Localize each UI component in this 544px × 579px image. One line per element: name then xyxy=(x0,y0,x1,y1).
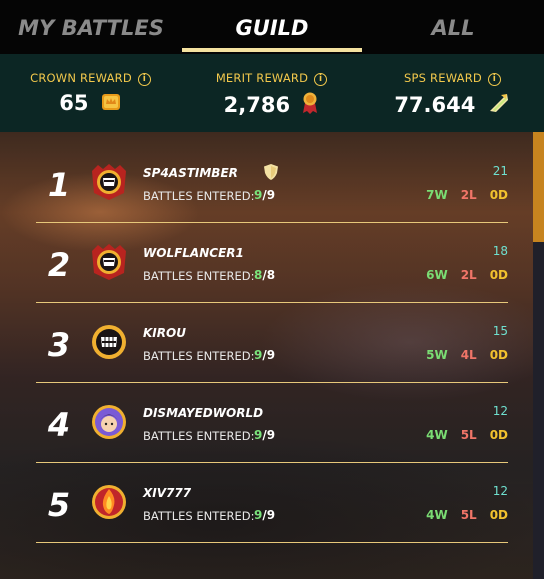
player-score: 15 xyxy=(492,324,508,338)
shield-icon xyxy=(264,164,278,180)
sps-token-icon xyxy=(489,94,508,112)
rank-number: 3 xyxy=(47,326,71,364)
crown-token-icon xyxy=(101,94,120,110)
leaderboard-row[interactable]: 5 XIV777 BATTLES ENTERED: 9/9 12 4W 5L 0D xyxy=(36,462,508,543)
sps-reward-value: 77.644 xyxy=(394,93,476,117)
battles-entered-label: BATTLES ENTERED: xyxy=(143,269,255,283)
rank-number: 4 xyxy=(47,406,71,444)
player-score: 21 xyxy=(492,164,508,178)
battles-entered-value: 9/9 xyxy=(254,428,276,442)
player-score: 12 xyxy=(492,404,508,418)
battles-entered-label: BATTLES ENTERED: xyxy=(143,509,255,523)
guild-crest-avatar xyxy=(92,164,126,200)
guild-crest-avatar xyxy=(92,244,126,280)
player-name[interactable]: KIROU xyxy=(143,326,186,340)
info-icon[interactable]: i xyxy=(487,73,501,86)
win-loss-draw: 7W 2L 0D xyxy=(426,188,508,202)
player-name[interactable]: XIV777 xyxy=(143,486,191,500)
tab-all[interactable]: ALL xyxy=(362,12,544,44)
win-loss-draw: 4W 5L 0D xyxy=(426,508,508,522)
guild-leaderboard[interactable]: 1 SP4ASTIMBER BATTLES ENTERED: 9/9 21 7W… xyxy=(0,132,544,579)
rank-number: 1 xyxy=(47,166,71,204)
rank-number: 2 xyxy=(47,246,71,284)
battle-tabs: MY BATTLES GUILD ALL xyxy=(0,0,544,54)
player-name[interactable]: SP4ASTIMBER xyxy=(143,166,238,180)
win-loss-draw: 4W 5L 0D xyxy=(426,428,508,442)
sps-reward-label: SPS REWARD xyxy=(404,71,482,85)
battles-entered-value: 9/9 xyxy=(254,188,276,202)
crown-reward-value: 65 xyxy=(59,91,89,115)
leaderboard-row[interactable]: 2 WOLFLANCER1 BATTLES ENTERED: 8/8 18 6W… xyxy=(36,222,508,303)
battles-entered-label: BATTLES ENTERED: xyxy=(143,349,255,363)
player-name[interactable]: DISMAYEDWORLD xyxy=(143,406,263,420)
leaderboard-row[interactable]: 1 SP4ASTIMBER BATTLES ENTERED: 9/9 21 7W… xyxy=(36,142,508,223)
battles-entered-label: BATTLES ENTERED: xyxy=(143,189,255,203)
battles-entered-value: 9/9 xyxy=(254,348,276,362)
player-score: 18 xyxy=(492,244,508,258)
rewards-bar: CROWN REWARD i 65 MERIT REWARD i 2,786 SPS… xyxy=(0,54,544,132)
battles-entered-value: 8/8 xyxy=(254,268,276,282)
player-score: 12 xyxy=(492,484,508,498)
info-icon[interactable]: i xyxy=(314,73,328,86)
fire-avatar xyxy=(92,485,126,519)
tab-my-battles[interactable]: MY BATTLES xyxy=(0,12,182,44)
tab-guild[interactable]: GUILD xyxy=(182,12,362,44)
crown-reward-label: CROWN REWARD xyxy=(30,71,132,85)
merit-reward-label: MERIT REWARD xyxy=(215,71,309,85)
scrollbar-thumb[interactable] xyxy=(533,132,544,242)
merit-medal-icon xyxy=(303,92,318,114)
character-avatar xyxy=(92,405,126,439)
active-tab-indicator xyxy=(182,48,362,52)
info-icon[interactable]: i xyxy=(137,73,151,86)
monster-avatar xyxy=(92,325,126,359)
win-loss-draw: 5W 4L 0D xyxy=(426,348,508,362)
leaderboard-row[interactable]: 4 DISMAYEDWORLD BATTLES ENTERED: 9/9 12 … xyxy=(36,382,508,463)
win-loss-draw: 6W 2L 0D xyxy=(426,268,508,282)
battles-entered-label: BATTLES ENTERED: xyxy=(143,429,255,443)
rank-number: 5 xyxy=(47,486,71,524)
battles-entered-value: 9/9 xyxy=(254,508,276,522)
player-name[interactable]: WOLFLANCER1 xyxy=(143,246,244,260)
leaderboard-row[interactable]: 3 KIROU BATTLES ENTERED: 9/9 15 5W 4L 0D xyxy=(36,302,508,383)
merit-reward-value: 2,786 xyxy=(223,93,291,117)
